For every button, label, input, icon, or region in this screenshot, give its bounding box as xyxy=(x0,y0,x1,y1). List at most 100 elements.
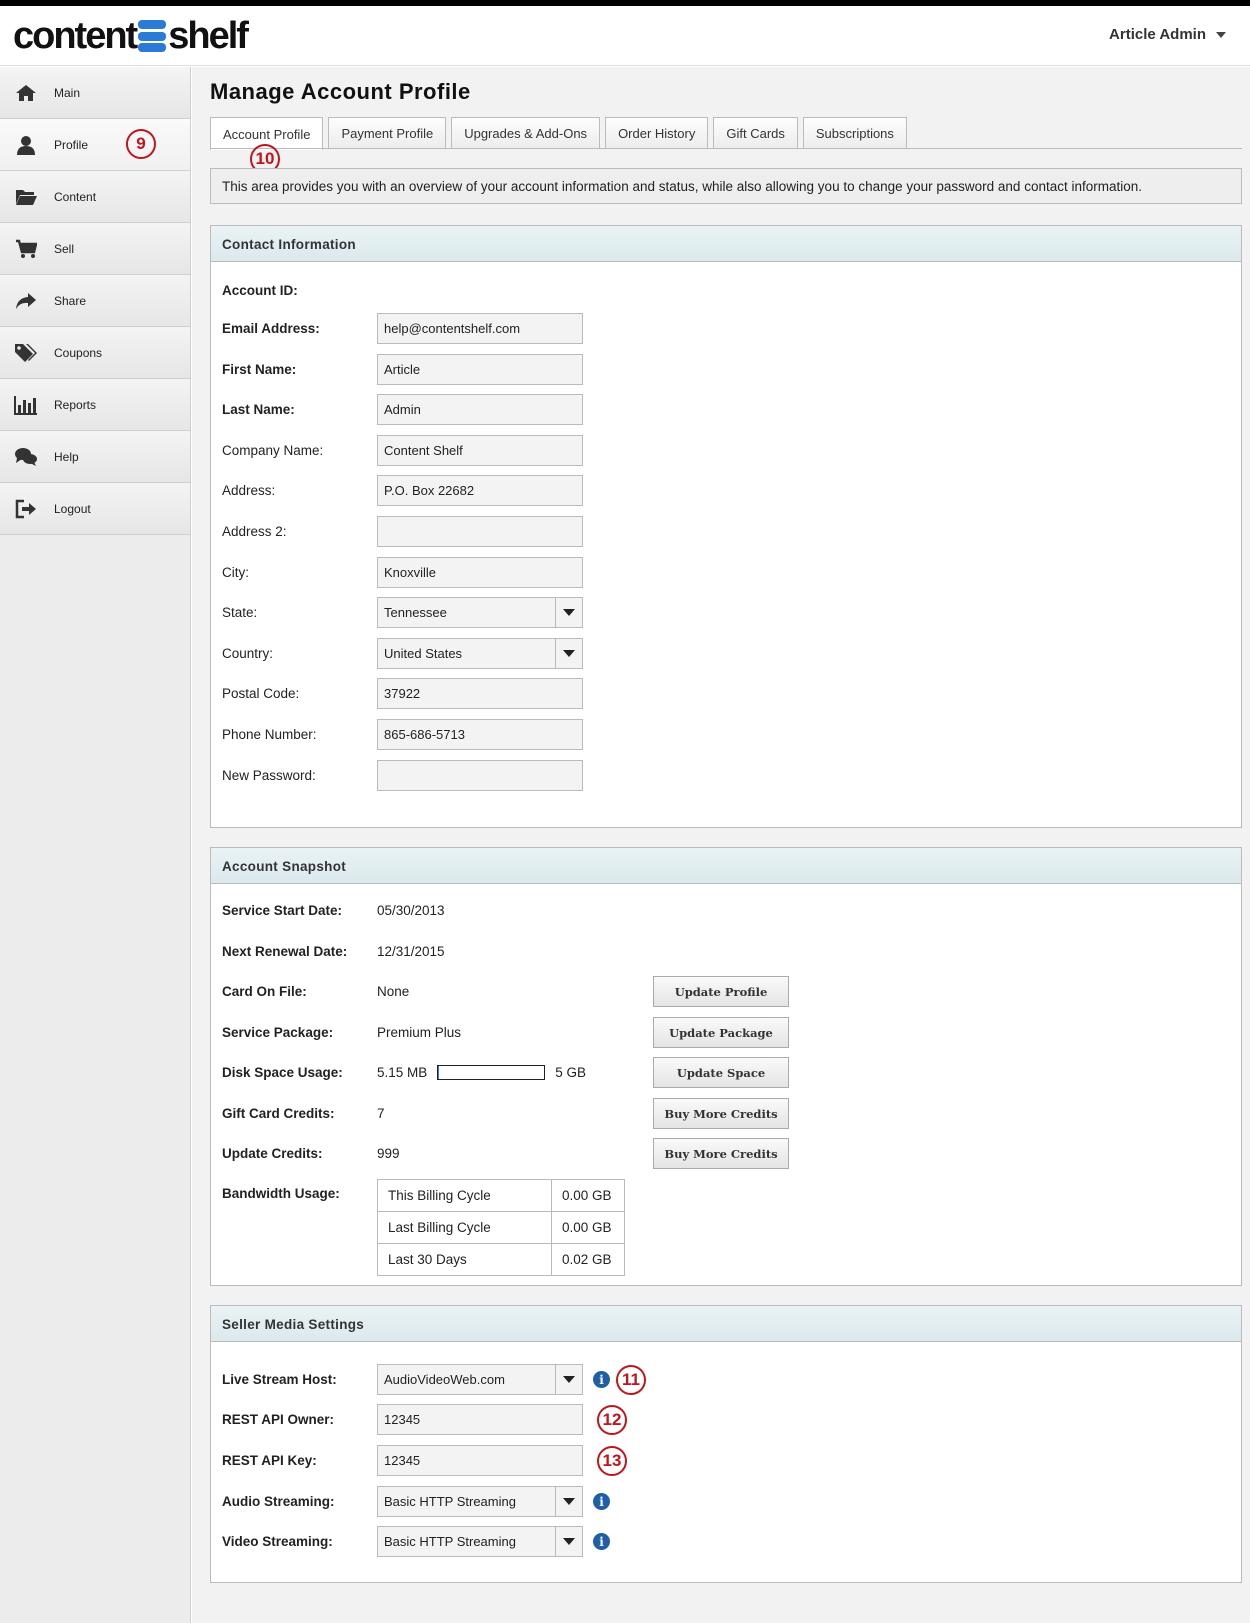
sidebar-item-label: Sell xyxy=(54,241,75,256)
sidebar-item-profile[interactable]: Profile 9 xyxy=(0,119,190,171)
update-package-button[interactable]: Update Package xyxy=(653,1017,789,1048)
field-label: Gift Card Credits: xyxy=(222,1106,335,1121)
app-header: content shelf Article Admin xyxy=(0,6,1250,66)
tab-gift-cards[interactable]: Gift Cards xyxy=(713,117,798,149)
tab-subscriptions[interactable]: Subscriptions xyxy=(802,117,907,149)
chevron-down-icon xyxy=(1216,31,1226,38)
dropdown-arrow[interactable] xyxy=(555,1527,582,1556)
buy-gift-credits-button[interactable]: Buy More Credits xyxy=(653,1098,789,1129)
dropdown-arrow[interactable] xyxy=(555,1365,582,1394)
address-field[interactable]: P.O. Box 22682 xyxy=(377,475,583,506)
city-field[interactable]: Knoxville xyxy=(377,557,583,588)
phone-number-field[interactable]: 865-686-5713 xyxy=(377,719,583,750)
sidebar-item-sell[interactable]: Sell xyxy=(0,223,190,275)
last-name-field[interactable]: Admin xyxy=(377,394,583,425)
buy-update-credits-button[interactable]: Buy More Credits xyxy=(653,1138,789,1169)
field-label: New Password: xyxy=(222,768,316,783)
tab-upgrades-addons[interactable]: Upgrades & Add-Ons xyxy=(451,117,601,149)
chat-bubbles-icon xyxy=(14,447,38,467)
table-row: Last Billing Cycle 0.00 GB xyxy=(377,1211,625,1244)
dropdown-arrow[interactable] xyxy=(555,1487,582,1516)
card-on-file: None xyxy=(377,984,410,999)
field-label: Company Name: xyxy=(222,443,324,458)
new-password-field[interactable] xyxy=(377,760,583,791)
page-title: Manage Account Profile xyxy=(210,79,471,104)
panel-heading: Seller Media Settings xyxy=(211,1306,1241,1342)
company-name-field[interactable]: Content Shelf xyxy=(377,435,583,466)
sidebar-item-reports[interactable]: Reports xyxy=(0,379,190,431)
field-label: REST API Owner: xyxy=(222,1412,335,1427)
cart-icon xyxy=(14,239,38,259)
info-row: Bandwidth Usage: This Billing Cycle 0.00… xyxy=(222,1179,625,1276)
folder-icon xyxy=(14,187,38,207)
chevron-down-icon xyxy=(563,1498,575,1505)
video-streaming-select[interactable]: Basic HTTP Streaming xyxy=(377,1526,583,1557)
tab-divider xyxy=(210,148,1242,149)
info-row: Update Credits: 999 xyxy=(222,1138,400,1169)
dropdown-arrow[interactable] xyxy=(555,639,582,668)
field-label: Bandwidth Usage: xyxy=(222,1186,340,1201)
field-label: Account ID: xyxy=(222,283,298,298)
table-row: Last 30 Days 0.02 GB xyxy=(377,1243,625,1276)
address2-field[interactable] xyxy=(377,516,583,547)
select-value: Tennessee xyxy=(384,605,447,620)
sidebar-item-logout[interactable]: Logout xyxy=(0,483,190,535)
form-row: New Password: xyxy=(222,760,583,791)
form-row: Postal Code: 37922 xyxy=(222,678,583,709)
live-stream-host-select[interactable]: AudioVideoWeb.com xyxy=(377,1364,583,1395)
contentshelf-logo[interactable]: content shelf xyxy=(13,15,249,57)
first-name-field[interactable]: Article xyxy=(377,354,583,385)
seller-media-settings-panel: Seller Media Settings Live Stream Host: … xyxy=(210,1305,1242,1583)
sidebar-item-label: Share xyxy=(54,293,87,308)
update-space-button[interactable]: Update Space xyxy=(653,1057,789,1088)
table-cell: This Billing Cycle xyxy=(377,1179,552,1212)
main-content: Manage Account Profile Account Profile P… xyxy=(192,67,1250,1623)
state-select[interactable]: Tennessee xyxy=(377,597,583,628)
user-menu[interactable]: Article Admin xyxy=(1109,26,1226,43)
table-cell: 0.00 GB xyxy=(551,1211,625,1244)
country-select[interactable]: United States xyxy=(377,638,583,669)
info-icon[interactable]: i xyxy=(593,1371,610,1388)
sidebar-item-label: Coupons xyxy=(54,345,103,360)
form-row: Video Streaming: Basic HTTP Streaming i xyxy=(222,1526,610,1557)
panel-heading: Account Snapshot xyxy=(211,848,1241,884)
rest-api-owner-field[interactable]: 12345 xyxy=(377,1404,583,1435)
chevron-down-icon xyxy=(563,1538,575,1545)
select-value: AudioVideoWeb.com xyxy=(384,1372,505,1387)
email-field[interactable]: help@contentshelf.com xyxy=(377,313,583,344)
select-value: United States xyxy=(384,646,463,661)
rest-api-key-field[interactable]: 12345 xyxy=(377,1445,583,1476)
sidebar-item-coupons[interactable]: Coupons xyxy=(0,327,190,379)
sidebar-item-share[interactable]: Share xyxy=(0,275,190,327)
tab-payment-profile[interactable]: Payment Profile xyxy=(328,117,447,149)
tab-order-history[interactable]: Order History xyxy=(605,117,709,149)
postal-code-field[interactable]: 37922 xyxy=(377,678,583,709)
bandwidth-table: This Billing Cycle 0.00 GB Last Billing … xyxy=(377,1179,625,1276)
form-row: City: Knoxville xyxy=(222,557,583,588)
update-profile-button[interactable]: Update Profile xyxy=(653,976,789,1007)
field-label: Live Stream Host: xyxy=(222,1372,337,1387)
tags-icon xyxy=(14,343,38,363)
form-row: Address: P.O. Box 22682 xyxy=(222,475,583,506)
field-label: City: xyxy=(222,565,249,580)
sidebar-item-help[interactable]: Help xyxy=(0,431,190,483)
info-icon[interactable]: i xyxy=(593,1533,610,1550)
service-package: Premium Plus xyxy=(377,1025,462,1040)
info-row: Service Start Date: 05/30/2013 xyxy=(222,895,445,926)
annotation-badge: 12 xyxy=(597,1404,627,1435)
field-label: Video Streaming: xyxy=(222,1534,333,1549)
select-value: Basic HTTP Streaming xyxy=(384,1494,516,1509)
info-icon[interactable]: i xyxy=(593,1493,610,1510)
field-label: Last Name: xyxy=(222,402,295,417)
chevron-down-icon xyxy=(563,1376,575,1383)
panel-heading: Contact Information xyxy=(211,226,1241,262)
bar-chart-icon xyxy=(14,395,38,415)
info-row: Gift Card Credits: 7 xyxy=(222,1098,385,1129)
dropdown-arrow[interactable] xyxy=(555,598,582,627)
field-label: Card On File: xyxy=(222,984,307,999)
audio-streaming-select[interactable]: Basic HTTP Streaming xyxy=(377,1486,583,1517)
sidebar-item-main[interactable]: Main xyxy=(0,67,190,119)
field-label: Country: xyxy=(222,646,274,661)
sidebar-item-content[interactable]: Content xyxy=(0,171,190,223)
field-label: Address: xyxy=(222,483,276,498)
